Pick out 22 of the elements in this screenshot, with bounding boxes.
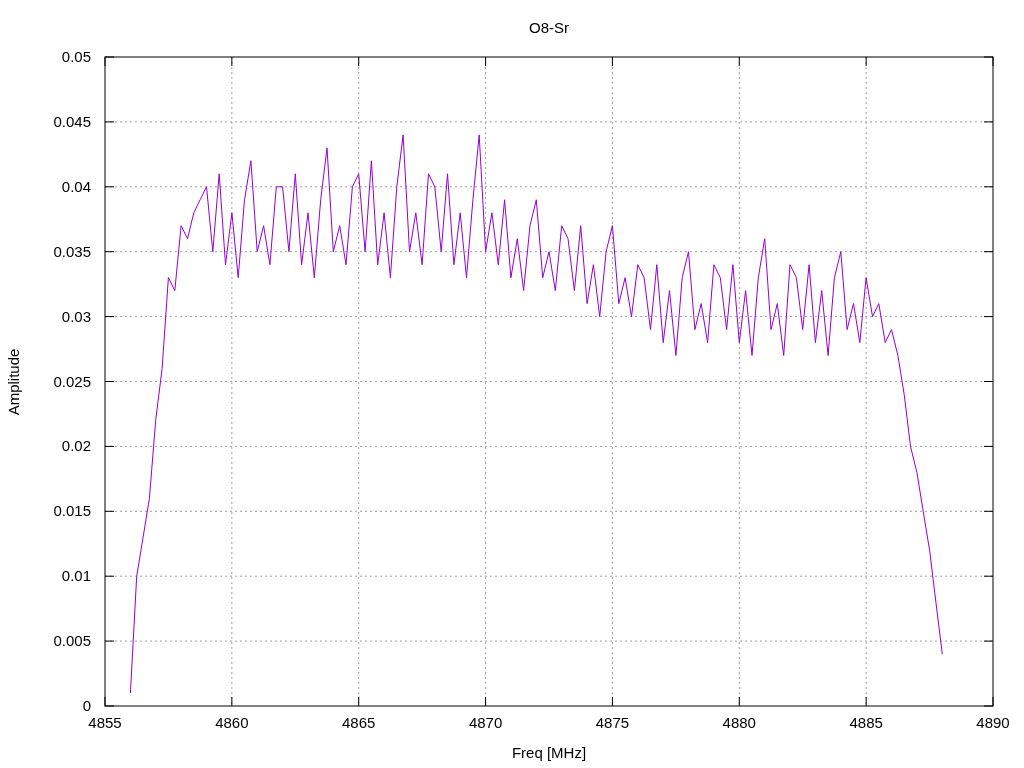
tick-label: 0.045 bbox=[53, 112, 91, 130]
tick-label: 4870 bbox=[468, 714, 503, 731]
tick-label: 0.025 bbox=[53, 372, 91, 390]
tick-label: 0.02 bbox=[61, 437, 91, 455]
tick-label: 4890 bbox=[976, 714, 1010, 731]
axis-label: Freq [MHz] bbox=[511, 744, 587, 761]
tick-label: 4885 bbox=[849, 714, 883, 731]
tick-label: 0.015 bbox=[53, 502, 91, 520]
tick-label: 0.04 bbox=[61, 177, 91, 195]
chart-title: O8-Sr bbox=[529, 19, 569, 36]
tick-label: 0.035 bbox=[53, 242, 91, 260]
tick-label: 4855 bbox=[88, 714, 122, 731]
tick-label: 0.005 bbox=[53, 632, 91, 650]
tick-label: 4875 bbox=[595, 714, 630, 731]
tick-label: 4865 bbox=[342, 714, 376, 731]
tick-label: 0 bbox=[82, 697, 91, 714]
axis-label: Amplitude bbox=[5, 348, 22, 416]
tick-label: 0.03 bbox=[61, 307, 91, 325]
tick-label: 4880 bbox=[722, 714, 756, 731]
tick-label: 4860 bbox=[215, 714, 249, 731]
tick-label: 0.01 bbox=[61, 567, 91, 585]
tick-label: 0.05 bbox=[61, 48, 91, 65]
